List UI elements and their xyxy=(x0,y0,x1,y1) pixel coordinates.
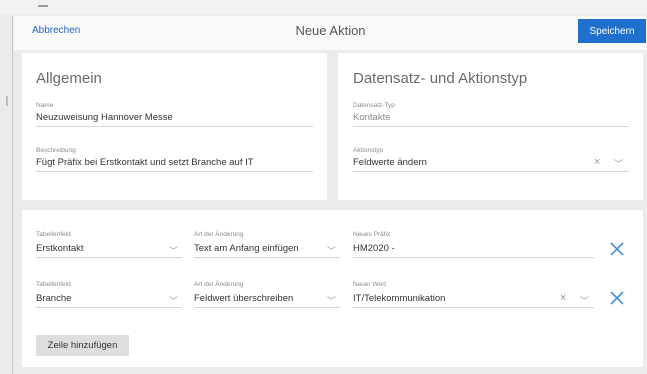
dialog-header: Abbrechen Neue Aktion Speichern xyxy=(14,16,647,50)
chevron-down-icon[interactable]: ﹀ xyxy=(614,157,623,170)
row-2-value-label: Neuer Wert xyxy=(353,281,387,288)
row-2-field-label: Tabellenfeld xyxy=(36,281,71,288)
chevron-down-icon[interactable]: ﹀ xyxy=(580,294,589,307)
row-1-value-label: Neues Präfix xyxy=(353,231,391,238)
description-field[interactable]: Fügt Präfix bei Erstkontakt und setzt Br… xyxy=(36,157,254,168)
row-1-field-underline xyxy=(36,257,182,258)
name-field[interactable]: Neuzuweisung Hannover Messe xyxy=(36,112,173,123)
chevron-down-icon[interactable]: ﹀ xyxy=(327,294,336,307)
action-type-label: Aktionstyp xyxy=(353,147,383,154)
row-2-change-underline xyxy=(194,307,340,308)
row-2-remove-icon[interactable] xyxy=(608,289,626,307)
row-2-value-select[interactable]: IT/Telekommunikation xyxy=(353,293,445,304)
left-divider xyxy=(12,16,13,374)
chevron-down-icon[interactable]: ﹀ xyxy=(327,244,336,257)
row-2-field-underline xyxy=(36,307,182,308)
name-label: Name xyxy=(36,102,54,109)
row-1-field-label: Tabellenfeld xyxy=(36,231,71,238)
action-type-select[interactable]: Feldwerte ändern xyxy=(353,157,427,168)
row-1-change-underline xyxy=(194,257,340,258)
description-underline xyxy=(36,171,313,172)
description-label: Beschreibung xyxy=(36,147,76,154)
row-1-value-input[interactable]: HM2020 - xyxy=(353,243,395,254)
left-edge-mark xyxy=(6,96,8,106)
row-1-field-select[interactable]: Erstkontakt xyxy=(36,243,84,254)
record-type-card: Datensatz- und Aktionstyp Datensatz-Typ … xyxy=(338,53,643,200)
save-button[interactable]: Speichern xyxy=(578,19,646,43)
record-type-underline xyxy=(353,126,629,127)
row-1-value-underline xyxy=(353,257,594,258)
row-1-change-select[interactable]: Text am Anfang einfügen xyxy=(194,243,299,254)
general-title: Allgemein xyxy=(36,70,102,87)
action-type-underline xyxy=(353,171,629,172)
window-grip-mark xyxy=(38,5,48,7)
record-type-field: Kontakte xyxy=(353,112,391,123)
row-1-change-label: Art der Änderung xyxy=(194,231,244,238)
name-underline xyxy=(36,126,313,127)
row-1-remove-icon[interactable] xyxy=(608,240,626,258)
window-top-strip xyxy=(0,0,647,14)
row-2-change-label: Art der Änderung xyxy=(194,281,244,288)
clear-icon[interactable]: × xyxy=(594,156,600,168)
row-2-change-select[interactable]: Feldwert überschreiben xyxy=(194,293,293,304)
record-type-label: Datensatz-Typ xyxy=(353,102,395,109)
dialog-title: Neue Aktion xyxy=(295,23,366,38)
add-row-button[interactable]: Zeile hinzufügen xyxy=(36,335,129,356)
record-type-title: Datensatz- und Aktionstyp xyxy=(353,70,528,87)
chevron-down-icon[interactable]: ﹀ xyxy=(169,244,178,257)
chevron-down-icon[interactable]: ﹀ xyxy=(169,294,178,307)
row-2-field-select[interactable]: Branche xyxy=(36,293,71,304)
clear-icon[interactable]: × xyxy=(560,292,566,304)
general-card: Allgemein Name Neuzuweisung Hannover Mes… xyxy=(22,53,327,200)
row-2-value-underline xyxy=(353,307,594,308)
